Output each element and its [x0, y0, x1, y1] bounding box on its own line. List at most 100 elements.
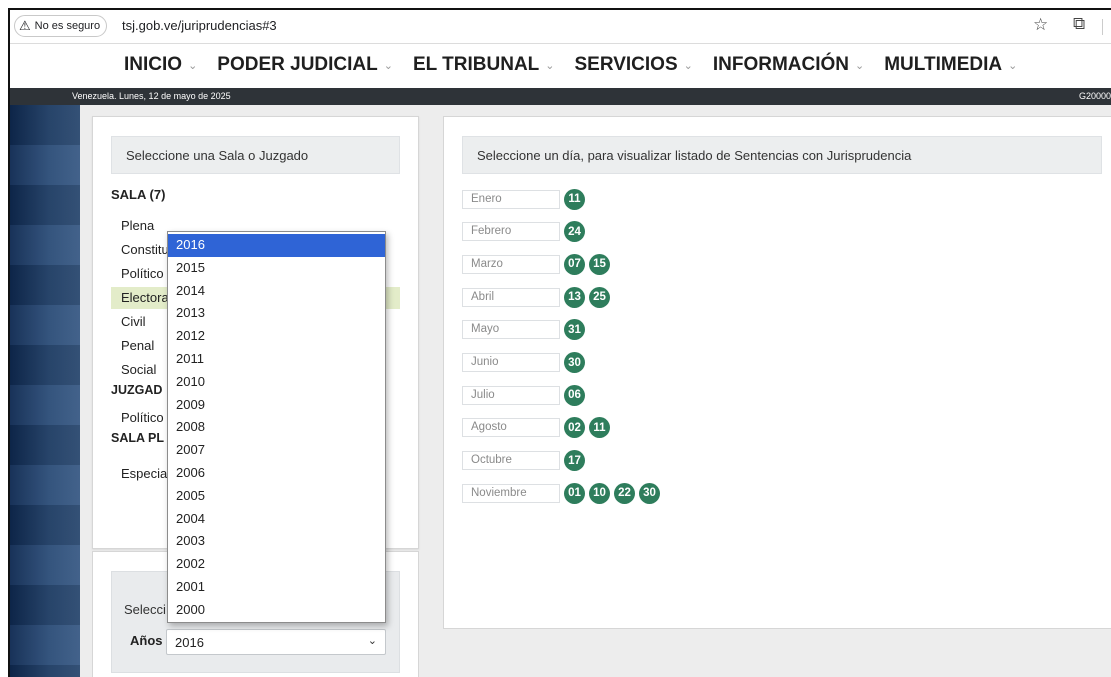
day-list: 31	[564, 319, 589, 341]
month-label: Julio	[462, 385, 560, 405]
month-row: Abril 13 25	[462, 286, 614, 308]
day-list: 13 25	[564, 286, 614, 308]
menu-label: EL TRIBUNAL	[412, 54, 540, 75]
sentencias-calendar-card: Seleccione un día, para visualizar lista…	[443, 116, 1111, 629]
month-row: Enero 11	[462, 188, 589, 210]
day-badge[interactable]: 10	[589, 482, 610, 504]
menu-item-el-tribunal[interactable]: EL TRIBUNAL ⌄	[413, 54, 555, 76]
day-list: 24	[564, 221, 589, 243]
year-option[interactable]: 2009	[168, 394, 385, 417]
url-text[interactable]: tsj.gob.ve/juriprudencias#3	[122, 18, 277, 33]
day-badge[interactable]: 30	[639, 482, 660, 504]
year-option[interactable]: 2008	[168, 416, 385, 439]
year-option[interactable]: 2011	[168, 348, 385, 371]
browser-window: ⚠ No es seguro tsj.gob.ve/juriprudencias…	[8, 8, 1111, 677]
day-list: 01 10 22 30	[564, 482, 664, 504]
month-label: Febrero	[462, 222, 560, 242]
chevron-down-icon: ⌄	[1008, 59, 1018, 72]
chevron-down-icon: ⌄	[383, 59, 393, 72]
day-badge[interactable]: 31	[564, 319, 585, 341]
chevron-down-icon: ⌄	[367, 635, 377, 647]
day-badge[interactable]: 22	[614, 482, 635, 504]
year-dropdown-list[interactable]: 2016 2015 2014 2013 2012 2011 2010 2009 2008 2007…	[167, 231, 386, 623]
day-badge[interactable]: 02	[564, 417, 585, 439]
day-list: 06	[564, 384, 589, 406]
menu-item-informacion[interactable]: INFORMACIÓN ⌄	[713, 54, 864, 76]
year-option[interactable]: 2016	[168, 234, 385, 257]
day-list: 11	[564, 188, 589, 210]
day-badge[interactable]: 07	[564, 253, 585, 275]
sala-panel-header: Seleccione una Sala o Juzgado	[111, 136, 400, 174]
year-option[interactable]: 2010	[168, 371, 385, 394]
menu-label: INICIO	[124, 54, 183, 75]
year-option[interactable]: 2003	[168, 530, 385, 553]
day-badge[interactable]: 06	[564, 384, 585, 406]
month-row: Junio 30	[462, 352, 589, 374]
month-row: Octubre 17	[462, 450, 589, 472]
day-list: 02 11	[564, 417, 614, 439]
day-list: 07 15	[564, 253, 614, 275]
day-badge[interactable]: 11	[564, 188, 585, 210]
date-strip: Venezuela. Lunes, 12 de mayo de 2025 G20…	[10, 88, 1111, 105]
year-prompt: Selecci	[124, 602, 166, 617]
security-label: No es seguro	[34, 20, 101, 32]
sala-group-title: SALA (7)	[111, 187, 166, 202]
bookmark-star-icon[interactable]: ☆	[1033, 15, 1048, 35]
day-badge[interactable]: 30	[564, 352, 585, 373]
extensions-icon[interactable]: ⧉	[1073, 14, 1085, 34]
day-badge[interactable]: 01	[564, 482, 585, 504]
image-shade	[10, 105, 80, 677]
security-indicator[interactable]: ⚠ No es seguro	[14, 15, 108, 37]
warning-icon: ⚠	[19, 18, 31, 33]
day-badge[interactable]: 13	[564, 286, 585, 308]
month-row: Noviembre 01 10 22 30	[462, 482, 664, 504]
year-option[interactable]: 2012	[168, 325, 385, 348]
month-label: Marzo	[462, 254, 560, 274]
month-row: Agosto 02 11	[462, 417, 614, 439]
sala-plena-group-title: SALA PL	[111, 431, 165, 445]
day-badge[interactable]: 11	[589, 417, 610, 439]
menu-item-servicios[interactable]: SERVICIOS ⌄	[575, 54, 693, 76]
day-badge[interactable]: 15	[589, 253, 610, 275]
current-date: Venezuela. Lunes, 12 de mayo de 2025	[72, 91, 231, 101]
calendar-panel-header: Seleccione un día, para visualizar lista…	[462, 136, 1102, 174]
month-row: Febrero 24	[462, 221, 589, 243]
month-label: Octubre	[462, 451, 560, 471]
menu-item-multimedia[interactable]: MULTIMEDIA ⌄	[884, 54, 1017, 76]
day-list: 17	[564, 450, 589, 472]
year-option[interactable]: 2002	[168, 553, 385, 576]
year-option[interactable]: 2005	[168, 485, 385, 508]
site-menu-bar: INICIO ⌄ PODER JUDICIAL ⌄ EL TRIBUNAL ⌄ SER…	[10, 44, 1111, 88]
year-option[interactable]: 2013	[168, 302, 385, 325]
month-label: Junio	[462, 353, 560, 372]
menu-item-poder-judicial[interactable]: PODER JUDICIAL ⌄	[217, 54, 393, 76]
month-label: Mayo	[462, 320, 560, 340]
month-label: Agosto	[462, 418, 560, 438]
month-label: Noviembre	[462, 483, 560, 503]
main-menu: INICIO ⌄ PODER JUDICIAL ⌄ EL TRIBUNAL ⌄ SER…	[124, 54, 1037, 76]
address-bar: ⚠ No es seguro tsj.gob.ve/juriprudencias…	[10, 10, 1111, 44]
year-option[interactable]: 2001	[168, 576, 385, 599]
day-badge[interactable]: 24	[564, 221, 585, 243]
menu-label: INFORMACIÓN	[712, 54, 850, 75]
menu-item-inicio[interactable]: INICIO ⌄	[124, 54, 197, 76]
background-building-image	[10, 105, 80, 677]
toolbar-divider	[1102, 19, 1103, 35]
year-option[interactable]: 2000	[168, 599, 385, 622]
day-badge[interactable]: 25	[589, 286, 610, 308]
year-option[interactable]: 2014	[168, 280, 385, 303]
chevron-down-icon: ⌄	[545, 59, 555, 72]
year-option[interactable]: 2007	[168, 439, 385, 462]
juzgado-group-title: JUZGAD	[111, 383, 163, 397]
year-select-value: 2016	[175, 635, 204, 650]
chevron-down-icon: ⌄	[188, 59, 198, 72]
chevron-down-icon: ⌄	[683, 59, 693, 72]
chevron-down-icon: ⌄	[855, 59, 865, 72]
year-option[interactable]: 2006	[168, 462, 385, 485]
day-badge[interactable]: 17	[564, 450, 585, 472]
year-select[interactable]: 2016 ⌄	[166, 629, 386, 655]
years-label: Años	[130, 633, 163, 648]
year-option[interactable]: 2015	[168, 257, 385, 280]
year-option[interactable]: 2004	[168, 508, 385, 531]
menu-label: SERVICIOS	[574, 54, 678, 75]
